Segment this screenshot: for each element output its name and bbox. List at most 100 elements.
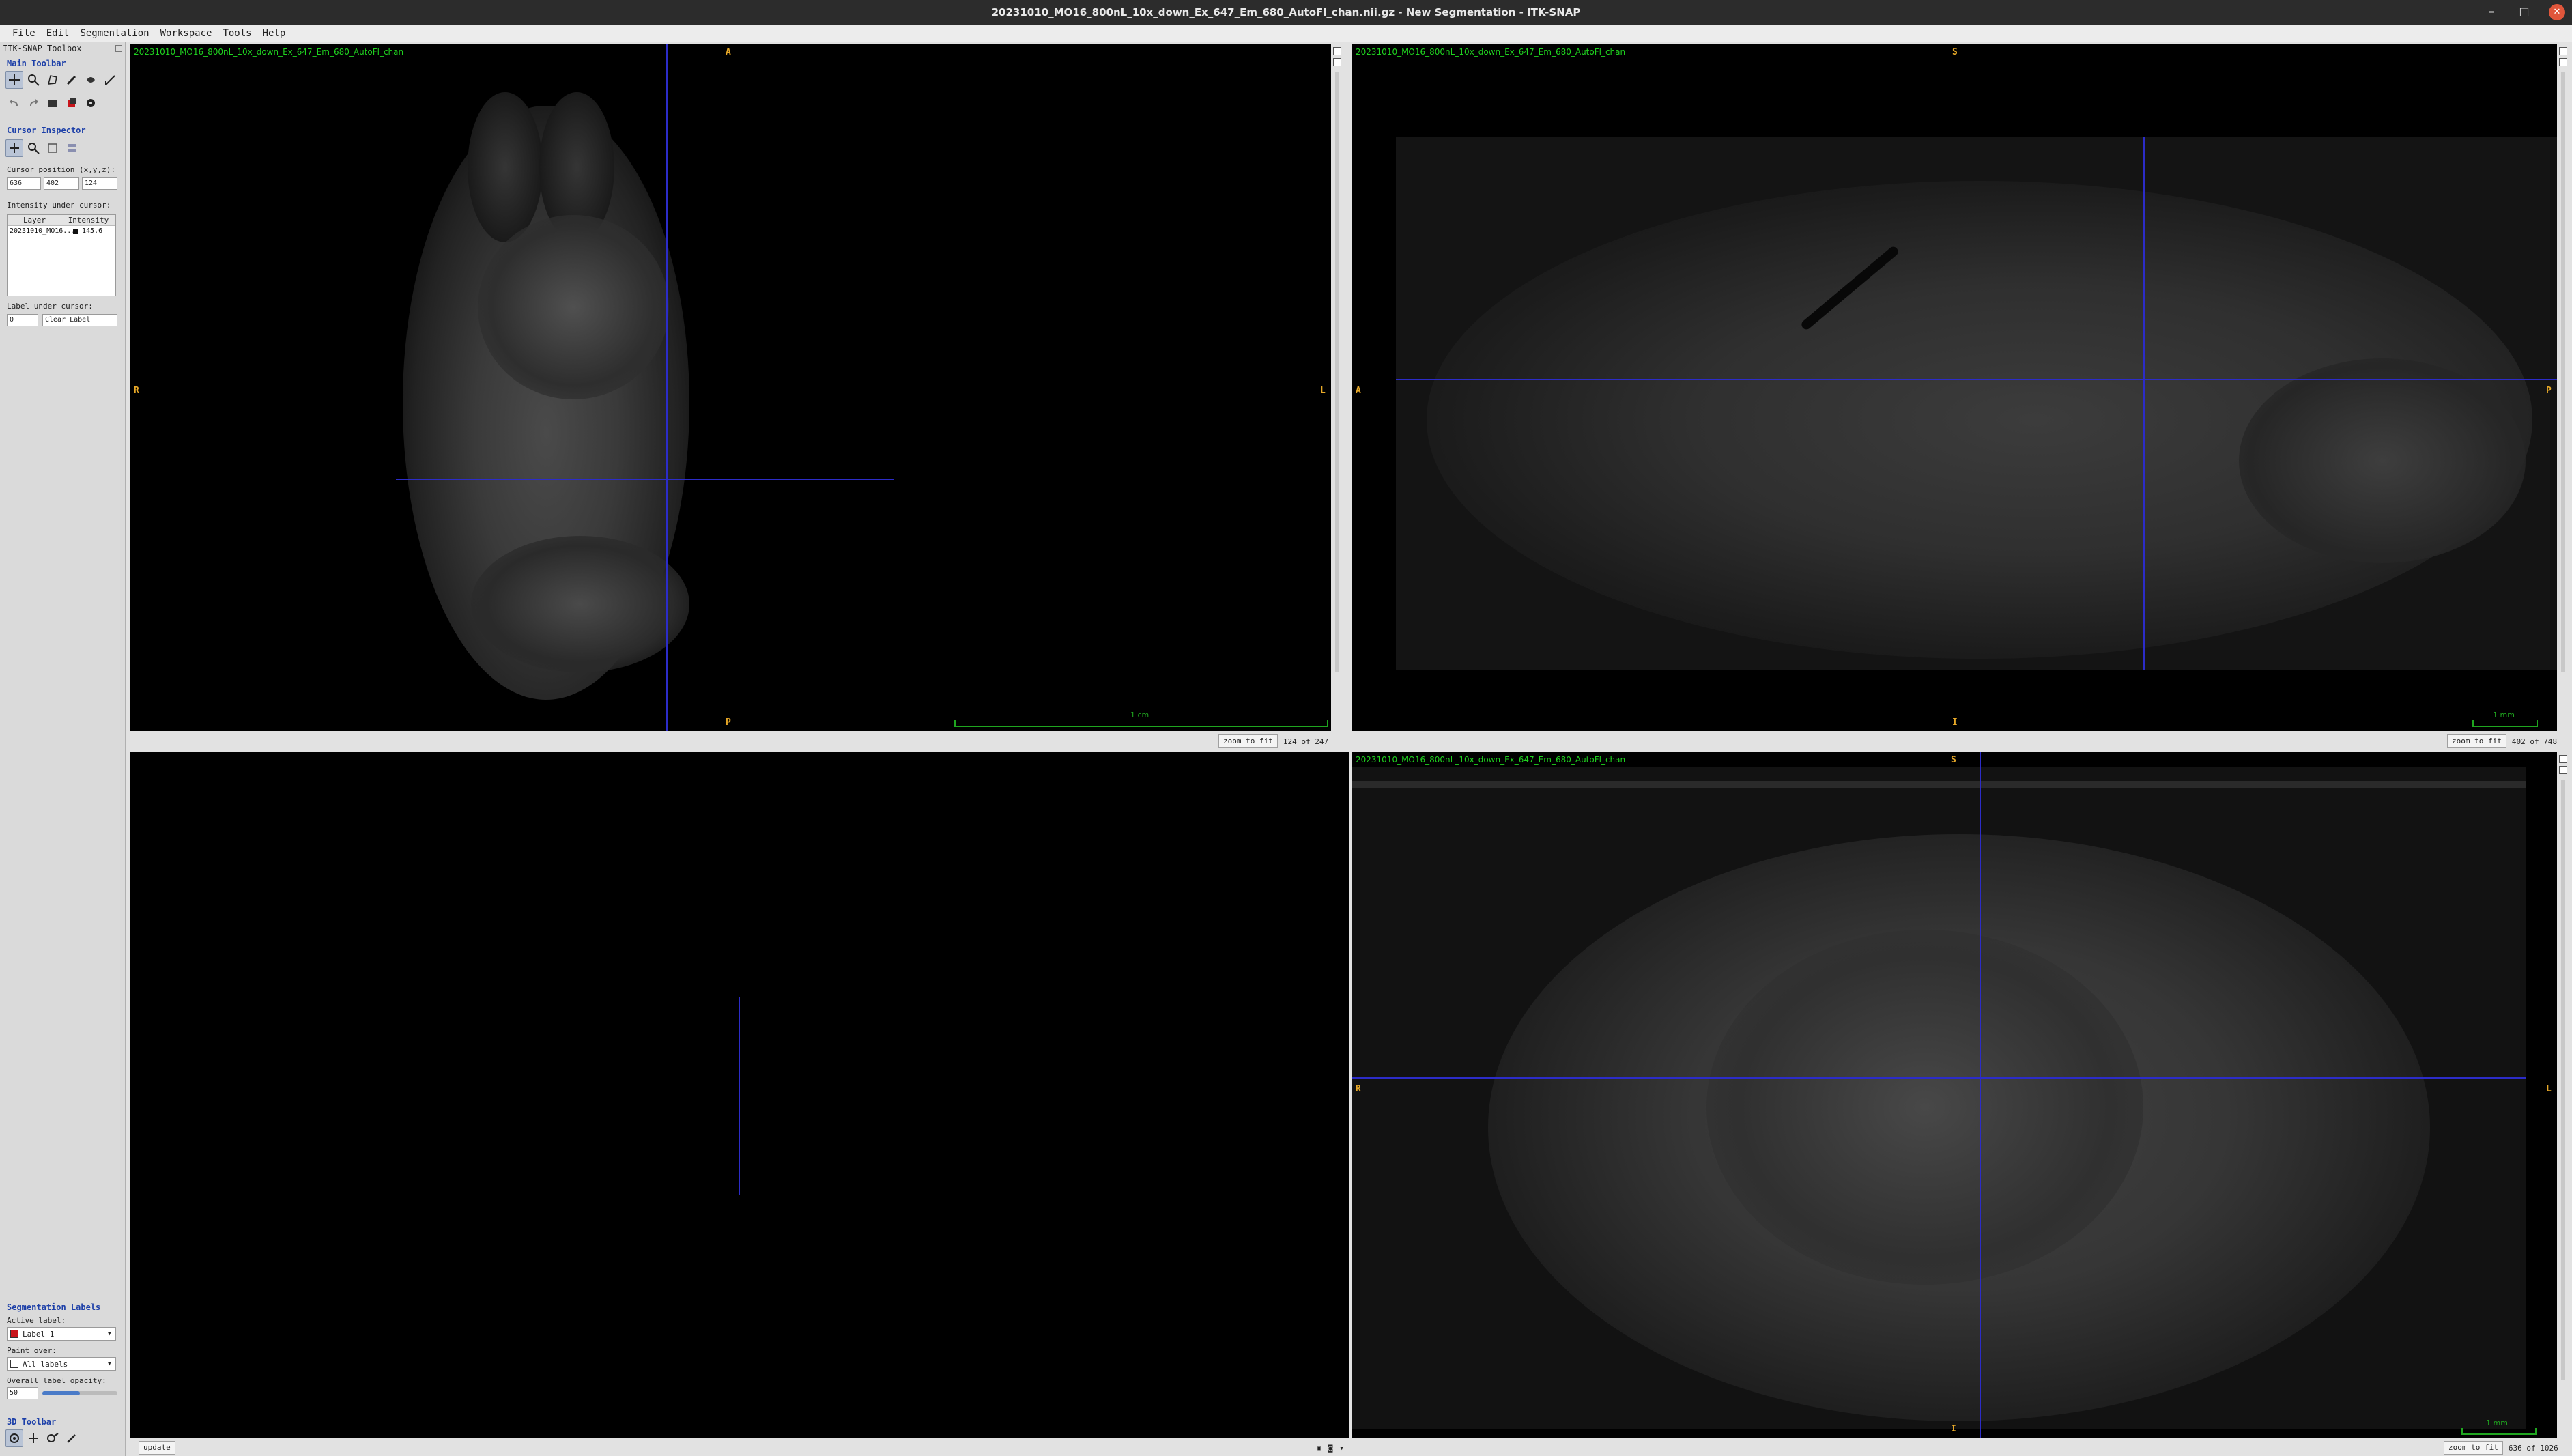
zoom-icon[interactable] (25, 71, 42, 89)
snake-icon[interactable] (82, 71, 100, 89)
opacity-slider-fill (42, 1391, 80, 1395)
coronal-view[interactable]: 20231010_MO16_800nL_10x_down_Ex_647_Em_6… (1352, 752, 2557, 1438)
axial-view[interactable]: 20231010_MO16_800nL_10x_down_Ex_647_Em_6… (130, 44, 1331, 731)
sagittal-layer-name: 20231010_MO16_800nL_10x_down_Ex_647_Em_6… (1356, 47, 1626, 57)
orient-right: L (2546, 1084, 2552, 1094)
maximize-button[interactable]: □ (2516, 4, 2532, 20)
axial-sidebar (1331, 44, 1343, 731)
scale-bar (2472, 720, 2538, 727)
toolbox-panel: ITK-SNAP Toolbox Main Toolbar Cursor Ins… (0, 42, 126, 1456)
window-controls: – □ ✕ (2483, 4, 2565, 20)
crosshair-icon[interactable] (5, 71, 23, 89)
layout-toggle-icon[interactable] (2559, 47, 2567, 55)
col-layer-header[interactable]: Layer (8, 215, 61, 225)
orient-right: L (1320, 386, 1326, 396)
inspector-layers-icon[interactable] (63, 139, 81, 157)
layout-toggle-icon[interactable] (2559, 755, 2567, 763)
window-titlebar: 20231010_MO16_800nL_10x_down_Ex_647_Em_6… (0, 0, 2572, 25)
col-intensity-header[interactable]: Intensity (61, 215, 115, 225)
cursor-inspector-title: Cursor Inspector (7, 126, 86, 135)
minimize-button[interactable]: – (2483, 4, 2500, 20)
coronal-layer-name: 20231010_MO16_800nL_10x_down_Ex_647_Em_6… (1356, 755, 1626, 765)
toolbar-3d-title: 3D Toolbar (7, 1417, 57, 1427)
inspector-tool-row (5, 139, 81, 157)
coronal-slice-scrollbar[interactable] (2561, 780, 2565, 1380)
segmentation-labels-title: Segmentation Labels (7, 1302, 101, 1312)
view3d-status: update ▣ ◙ ▾ (139, 1440, 1351, 1456)
chevron-down-icon[interactable]: ▾ (1339, 1444, 1344, 1453)
crosshair-3d-icon[interactable] (25, 1429, 42, 1447)
coronal-zoom-to-fit-button[interactable]: zoom to fit (2444, 1441, 2503, 1455)
main-tool-row (5, 71, 119, 89)
table-header: Layer Intensity (8, 215, 115, 226)
menu-segmentation[interactable]: Segmentation (74, 27, 154, 40)
layout-toggle-icon[interactable] (1333, 47, 1341, 55)
redo-icon[interactable] (25, 94, 42, 112)
spray-icon[interactable] (63, 1429, 81, 1447)
crosshair-horizontal (1396, 379, 2557, 380)
crosshair-horizontal (396, 479, 894, 480)
crosshair-horizontal (1352, 1077, 2526, 1079)
camera-icon[interactable] (1333, 58, 1341, 66)
sagittal-view[interactable]: 20231010_MO16_800nL_10x_down_Ex_647_Em_6… (1352, 44, 2557, 731)
update-3d-button[interactable]: update (139, 1441, 175, 1455)
crosshair-vertical (666, 44, 668, 731)
cursor-position-label: Cursor position (x,y,z): (7, 165, 115, 174)
gear-icon[interactable] (82, 94, 100, 112)
sagittal-cerebellum (2239, 358, 2526, 563)
sagittal-slice-counter: 402 of 748 (2511, 737, 2558, 746)
layer-icon[interactable] (44, 94, 61, 112)
inspector-crosshair-icon[interactable] (5, 139, 23, 157)
inspector-window-icon[interactable] (44, 139, 61, 157)
cursor-x-field[interactable]: 636 (7, 177, 41, 190)
paint-over-combo[interactable]: All labels ▼ (7, 1357, 116, 1371)
chevron-down-icon: ▼ (107, 1330, 111, 1337)
axial-slice-scrollbar[interactable] (1335, 72, 1339, 672)
sagittal-slice-scrollbar[interactable] (2561, 72, 2565, 672)
paint-over-caption: Paint over: (7, 1346, 57, 1355)
rotate-3d-icon[interactable] (5, 1429, 23, 1447)
paintbrush-icon[interactable] (63, 71, 81, 89)
camera-icon[interactable]: ◙ (1328, 1444, 1333, 1453)
sagittal-status: zoom to fit 402 of 748 (2447, 733, 2558, 750)
crosshair-vertical (1980, 752, 1981, 1438)
sagittal-zoom-to-fit-button[interactable]: zoom to fit (2447, 734, 2506, 748)
cursor-z-field[interactable]: 124 (82, 177, 117, 190)
coronal-sidebar (2557, 752, 2569, 1438)
orient-bottom: I (1951, 1424, 1956, 1434)
undo-icon[interactable] (5, 94, 23, 112)
menu-file[interactable]: File (7, 27, 41, 40)
row-layer: 20231010_MO16... (10, 227, 73, 235)
dock-float-icon[interactable] (115, 45, 122, 52)
inspector-zoom-icon[interactable] (25, 139, 42, 157)
opacity-spinbox[interactable]: 50 (7, 1387, 38, 1399)
label-id-field: 0 (7, 314, 38, 326)
cursor-y-field[interactable]: 402 (44, 177, 79, 190)
axial-zoom-to-fit-button[interactable]: zoom to fit (1218, 734, 1278, 748)
main-action-row (5, 94, 100, 112)
close-button[interactable]: ✕ (2549, 4, 2565, 20)
menu-workspace[interactable]: Workspace (155, 27, 218, 40)
table-row[interactable]: 20231010_MO16... 145.6 (8, 226, 115, 237)
axial-layer-name: 20231010_MO16_800nL_10x_down_Ex_647_Em_6… (134, 47, 404, 57)
opacity-slider[interactable] (42, 1391, 117, 1395)
scale-bar (2461, 1428, 2537, 1435)
coronal-top-band (1352, 781, 2526, 788)
ruler-icon[interactable] (101, 71, 119, 89)
menu-edit[interactable]: Edit (41, 27, 75, 40)
camera-icon[interactable] (2559, 58, 2567, 66)
layout-toggle-icon[interactable]: ▣ (1317, 1444, 1321, 1453)
active-label-swatch (10, 1330, 18, 1338)
camera-icon[interactable] (2559, 766, 2567, 774)
segment-3d-icon[interactable] (63, 94, 81, 112)
sagittal-sidebar (2557, 44, 2569, 731)
menu-tools[interactable]: Tools (217, 27, 257, 40)
polygon-icon[interactable] (44, 71, 61, 89)
scalpel-icon[interactable] (44, 1429, 61, 1447)
menu-help[interactable]: Help (257, 27, 291, 40)
active-label-combo[interactable]: Label 1 ▼ (7, 1327, 116, 1341)
paint-over-swatch (10, 1360, 18, 1368)
orient-right: P (2546, 386, 2552, 396)
olfactory-bulb-left (468, 92, 543, 242)
view-3d[interactable] (130, 752, 1349, 1438)
